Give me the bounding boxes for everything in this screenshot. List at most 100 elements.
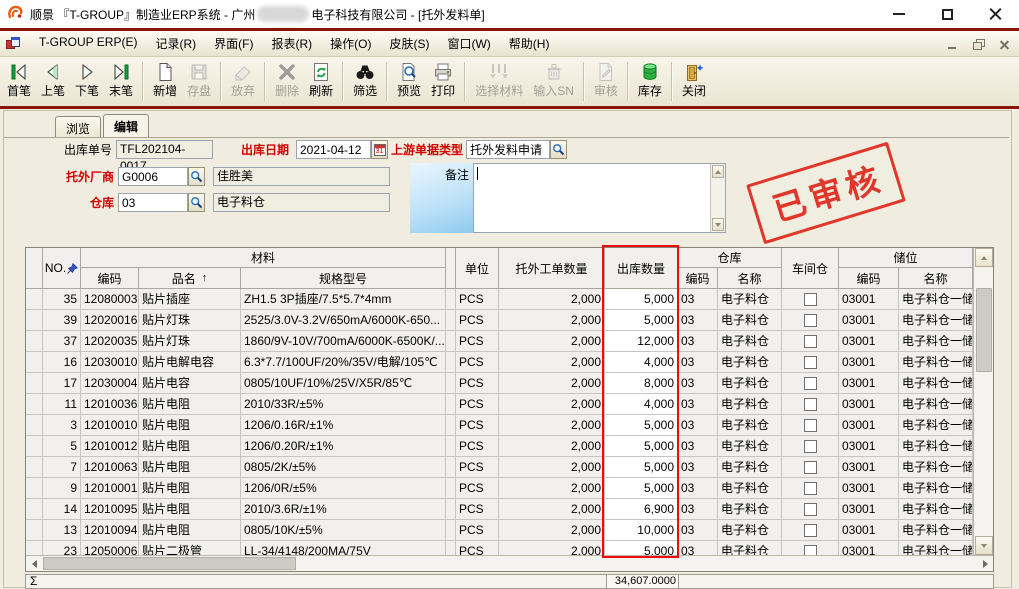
cell-spec[interactable]: 2010/33R/±5% [241, 394, 446, 415]
cell-out-qty[interactable]: 10,000 [605, 520, 678, 541]
cell-code[interactable]: 12010010 [81, 415, 139, 436]
maximize-button[interactable] [923, 0, 971, 28]
cell-loc-name[interactable]: 电子料仓一储 [899, 352, 973, 373]
header-loc-name[interactable]: 名称 [899, 268, 973, 289]
calendar-button[interactable]: 31 [371, 140, 388, 159]
toolbar-button-3[interactable]: 末笔 [104, 57, 138, 106]
cell-name[interactable]: 贴片电容 [139, 373, 241, 394]
cell-unit[interactable]: PCS [456, 457, 499, 478]
row-indicator-cell[interactable] [26, 352, 43, 373]
cell-wo-qty[interactable]: 2,000 [499, 310, 605, 331]
header-workshop[interactable]: 车间仓 [782, 248, 839, 289]
cell-out-qty[interactable]: 5,000 [605, 457, 678, 478]
cell-out-qty[interactable]: 8,000 [605, 373, 678, 394]
cell-code[interactable]: 12020035 [81, 331, 139, 352]
vertical-scroll-thumb[interactable] [976, 288, 992, 372]
cell-wo-qty[interactable]: 2,000 [499, 373, 605, 394]
cell-wh-name[interactable]: 电子料仓 [718, 478, 782, 499]
cell-no[interactable]: 37 [43, 331, 81, 352]
workshop-checkbox[interactable] [804, 545, 817, 556]
cell-spec[interactable]: LL-34/4148/200MA/75V [241, 541, 446, 555]
row-indicator-cell[interactable] [26, 520, 43, 541]
cell-name[interactable]: 贴片灯珠 [139, 331, 241, 352]
cell-out-qty[interactable]: 5,000 [605, 478, 678, 499]
cell-no[interactable]: 3 [43, 415, 81, 436]
cell-loc-code[interactable]: 03001 [839, 310, 899, 331]
scroll-down-button[interactable] [975, 536, 993, 555]
header-wo-qty[interactable]: 托外工单数量 [499, 248, 605, 289]
row-indicator-cell[interactable] [26, 415, 43, 436]
cell-name[interactable]: 贴片电阻 [139, 394, 241, 415]
toolbar-button-16[interactable]: 打印 [426, 57, 460, 106]
header-material-group[interactable]: 材料 [81, 248, 446, 268]
cell-code[interactable]: 12010012 [81, 436, 139, 457]
cell-wh-name[interactable]: 电子料仓 [718, 520, 782, 541]
row-indicator-cell[interactable] [26, 457, 43, 478]
cell-loc-code[interactable]: 03001 [839, 457, 899, 478]
cell-wh-name[interactable]: 电子料仓 [718, 499, 782, 520]
cell-unit[interactable]: PCS [456, 373, 499, 394]
toolbar-button-5[interactable]: 新增 [148, 57, 182, 106]
cell-no[interactable]: 39 [43, 310, 81, 331]
cell-name[interactable]: 贴片二极管 [139, 541, 241, 555]
cell-out-qty[interactable]: 12,000 [605, 331, 678, 352]
cell-no[interactable]: 17 [43, 373, 81, 394]
cell-unit[interactable]: PCS [456, 310, 499, 331]
cell-clipped[interactable] [446, 478, 456, 499]
workshop-checkbox[interactable] [804, 461, 817, 474]
cell-wh-code[interactable]: 03 [678, 310, 718, 331]
cell-workshop[interactable] [782, 415, 839, 436]
cell-name[interactable]: 贴片电阻 [139, 520, 241, 541]
header-wh-code[interactable]: 编码 [678, 268, 718, 289]
cell-unit[interactable]: PCS [456, 331, 499, 352]
cell-spec[interactable]: 2010/3.6R/±1% [241, 499, 446, 520]
header-row-indicator[interactable] [26, 248, 43, 289]
cell-out-qty[interactable]: 5,000 [605, 541, 678, 555]
cell-wh-name[interactable]: 电子料仓 [718, 415, 782, 436]
remark-textarea[interactable] [474, 164, 710, 232]
cell-no[interactable]: 14 [43, 499, 81, 520]
scroll-up-button[interactable] [712, 165, 724, 178]
cell-code[interactable]: 12010094 [81, 520, 139, 541]
cell-wo-qty[interactable]: 2,000 [499, 478, 605, 499]
warehouse-code-field[interactable] [118, 193, 188, 212]
workshop-checkbox[interactable] [804, 314, 817, 327]
cell-loc-name[interactable]: 电子料仓一储 [899, 310, 973, 331]
workshop-checkbox[interactable] [804, 503, 817, 516]
row-indicator-cell[interactable] [26, 499, 43, 520]
cell-out-qty[interactable]: 5,000 [605, 415, 678, 436]
cell-wo-qty[interactable]: 2,000 [499, 331, 605, 352]
cell-workshop[interactable] [782, 499, 839, 520]
cell-name[interactable]: 贴片电阻 [139, 499, 241, 520]
cell-no[interactable]: 11 [43, 394, 81, 415]
cell-wh-name[interactable]: 电子料仓 [718, 310, 782, 331]
cell-no[interactable]: 13 [43, 520, 81, 541]
cell-spec[interactable]: ZH1.5 3P插座/7.5*5.7*4mm [241, 289, 446, 310]
cell-wh-name[interactable]: 电子料仓 [718, 457, 782, 478]
cell-loc-name[interactable]: 电子料仓一储 [899, 457, 973, 478]
cell-loc-name[interactable]: 电子料仓一储 [899, 436, 973, 457]
header-code[interactable]: 编码 [81, 268, 139, 289]
minimize-button[interactable] [875, 0, 923, 28]
cell-code[interactable]: 12050006 [81, 541, 139, 555]
scroll-down-button[interactable] [712, 218, 724, 231]
workshop-checkbox[interactable] [804, 398, 817, 411]
cell-no[interactable]: 9 [43, 478, 81, 499]
cell-loc-code[interactable]: 03001 [839, 541, 899, 555]
header-location-group[interactable]: 储位 [839, 248, 973, 268]
header-no[interactable]: NO. [43, 248, 81, 289]
row-indicator-cell[interactable] [26, 331, 43, 352]
cell-code[interactable]: 12010036 [81, 394, 139, 415]
cell-no[interactable]: 5 [43, 436, 81, 457]
toolbar-button-13[interactable]: 筛选 [348, 57, 382, 106]
vendor-lookup-button[interactable] [188, 167, 205, 186]
horizontal-scroll-thumb[interactable] [43, 557, 296, 570]
cell-clipped[interactable] [446, 394, 456, 415]
toolbar-button-15[interactable]: 预览 [392, 57, 426, 106]
cell-code[interactable]: 12080003 [81, 289, 139, 310]
header-out-qty[interactable]: 出库数量 [605, 248, 678, 289]
cell-loc-code[interactable]: 03001 [839, 499, 899, 520]
workshop-checkbox[interactable] [804, 356, 817, 369]
cell-no[interactable]: 16 [43, 352, 81, 373]
cell-unit[interactable]: PCS [456, 478, 499, 499]
